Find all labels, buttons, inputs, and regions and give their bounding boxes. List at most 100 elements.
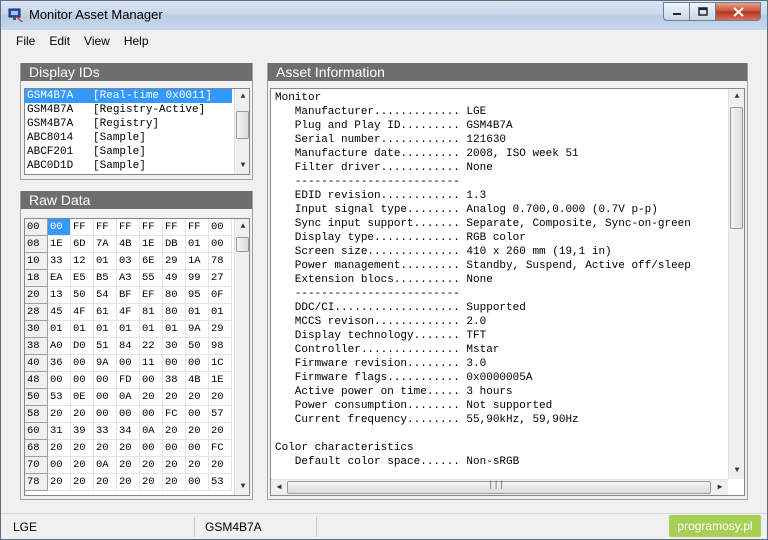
byte-cell[interactable]: 84 bbox=[117, 338, 140, 355]
byte-cell[interactable]: 29 bbox=[163, 253, 186, 270]
byte-cell[interactable]: 20 bbox=[209, 423, 232, 440]
arrow-up-icon[interactable]: ▲ bbox=[235, 219, 249, 235]
byte-cell[interactable]: 22 bbox=[140, 338, 163, 355]
byte-cell[interactable]: 1C bbox=[209, 355, 232, 372]
byte-cell[interactable]: 00 bbox=[209, 219, 232, 236]
byte-cell[interactable]: 00 bbox=[94, 406, 117, 423]
byte-cell[interactable]: 00 bbox=[186, 474, 209, 491]
byte-cell[interactable]: 34 bbox=[117, 423, 140, 440]
byte-cell[interactable]: 20 bbox=[117, 474, 140, 491]
byte-cell[interactable]: 20 bbox=[71, 457, 94, 474]
byte-cell[interactable]: 00 bbox=[48, 219, 71, 236]
byte-cell[interactable]: 1E bbox=[209, 372, 232, 389]
byte-cell[interactable]: 01 bbox=[186, 304, 209, 321]
byte-cell[interactable]: 20 bbox=[48, 406, 71, 423]
byte-cell[interactable]: BF bbox=[117, 287, 140, 304]
byte-cell[interactable]: 01 bbox=[117, 321, 140, 338]
byte-cell[interactable]: 20 bbox=[186, 457, 209, 474]
arrow-left-icon[interactable]: ◀ bbox=[271, 480, 287, 495]
byte-cell[interactable]: 20 bbox=[94, 474, 117, 491]
byte-cell[interactable]: A3 bbox=[117, 270, 140, 287]
byte-cell[interactable]: 20 bbox=[186, 389, 209, 406]
byte-cell[interactable]: 0E bbox=[71, 389, 94, 406]
byte-cell[interactable]: 31 bbox=[48, 423, 71, 440]
byte-cell[interactable]: 80 bbox=[163, 304, 186, 321]
byte-cell[interactable]: 0F bbox=[209, 287, 232, 304]
byte-cell[interactable]: 03 bbox=[117, 253, 140, 270]
byte-cell[interactable]: 20 bbox=[140, 474, 163, 491]
byte-cell[interactable]: 20 bbox=[71, 474, 94, 491]
byte-cell[interactable]: 7A bbox=[94, 236, 117, 253]
maximize-button[interactable] bbox=[690, 2, 716, 21]
byte-cell[interactable]: FF bbox=[163, 219, 186, 236]
byte-cell[interactable]: FF bbox=[186, 219, 209, 236]
byte-cell[interactable]: 53 bbox=[48, 389, 71, 406]
byte-cell[interactable]: 00 bbox=[117, 406, 140, 423]
asset-info-hscrollbar[interactable]: ◀ ||| ▶ bbox=[271, 479, 728, 495]
byte-cell[interactable]: 01 bbox=[163, 321, 186, 338]
byte-cell[interactable]: 20 bbox=[163, 423, 186, 440]
byte-cell[interactable]: 00 bbox=[209, 236, 232, 253]
display-id-item[interactable]: ABC0D1D [Sample] bbox=[25, 159, 232, 173]
byte-cell[interactable]: 29 bbox=[209, 321, 232, 338]
byte-cell[interactable]: 4B bbox=[117, 236, 140, 253]
byte-cell[interactable]: FC bbox=[209, 440, 232, 457]
byte-cell[interactable]: 01 bbox=[94, 253, 117, 270]
byte-cell[interactable]: 36 bbox=[48, 355, 71, 372]
arrow-down-icon[interactable]: ▼ bbox=[729, 463, 744, 479]
byte-cell[interactable]: 00 bbox=[140, 440, 163, 457]
byte-cell[interactable]: 50 bbox=[71, 287, 94, 304]
byte-cell[interactable]: 4B bbox=[186, 372, 209, 389]
byte-cell[interactable]: A0 bbox=[48, 338, 71, 355]
asset-info-vscrollbar[interactable]: ▲ ▼ bbox=[728, 89, 744, 479]
scroll-thumb[interactable] bbox=[236, 237, 249, 252]
byte-cell[interactable]: 20 bbox=[71, 440, 94, 457]
menu-help[interactable]: Help bbox=[117, 34, 156, 48]
byte-cell[interactable]: 81 bbox=[140, 304, 163, 321]
byte-cell[interactable]: B5 bbox=[94, 270, 117, 287]
byte-cell[interactable]: 55 bbox=[140, 270, 163, 287]
byte-cell[interactable]: 78 bbox=[209, 253, 232, 270]
byte-cell[interactable]: 00 bbox=[163, 440, 186, 457]
arrow-down-icon[interactable]: ▼ bbox=[235, 158, 249, 174]
byte-cell[interactable]: 20 bbox=[48, 474, 71, 491]
menu-file[interactable]: File bbox=[9, 34, 42, 48]
byte-cell[interactable]: 20 bbox=[163, 457, 186, 474]
byte-cell[interactable]: 00 bbox=[140, 406, 163, 423]
byte-cell[interactable]: 0A bbox=[94, 457, 117, 474]
menu-view[interactable]: View bbox=[77, 34, 117, 48]
byte-cell[interactable]: 6E bbox=[140, 253, 163, 270]
display-ids-list[interactable]: GSM4B7A [Real-time 0x0011] GSM4B7A [Regis… bbox=[24, 88, 250, 175]
byte-cell[interactable]: 01 bbox=[140, 321, 163, 338]
byte-cell[interactable]: 0A bbox=[117, 389, 140, 406]
byte-cell[interactable]: 38 bbox=[163, 372, 186, 389]
arrow-up-icon[interactable]: ▲ bbox=[235, 89, 249, 105]
raw-data-grid[interactable]: 00 00 FF FF FF FF FF FF 00 08 1E 6D 7A 4B 1E DB 01 00 10 33… bbox=[24, 218, 250, 496]
byte-cell[interactable]: 20 bbox=[140, 389, 163, 406]
display-id-item[interactable]: ABC8014 [Sample] bbox=[25, 131, 232, 145]
menu-edit[interactable]: Edit bbox=[42, 34, 77, 48]
byte-cell[interactable]: 6D bbox=[71, 236, 94, 253]
display-id-item[interactable]: GSM4B7A [Registry] bbox=[25, 117, 232, 131]
byte-cell[interactable]: 20 bbox=[117, 440, 140, 457]
byte-cell[interactable]: 13 bbox=[48, 287, 71, 304]
byte-cell[interactable]: E5 bbox=[71, 270, 94, 287]
byte-cell[interactable]: FF bbox=[71, 219, 94, 236]
byte-cell[interactable]: 1E bbox=[48, 236, 71, 253]
display-id-item[interactable]: GSM4B7A [Real-time 0x0011] bbox=[25, 89, 232, 103]
byte-cell[interactable]: 20 bbox=[186, 423, 209, 440]
byte-cell[interactable]: 12 bbox=[71, 253, 94, 270]
byte-cell[interactable]: 00 bbox=[163, 355, 186, 372]
asset-info-text[interactable]: Monitor Manufacturer............. LGE Pl… bbox=[270, 88, 745, 496]
byte-cell[interactable]: DB bbox=[163, 236, 186, 253]
scroll-thumb[interactable] bbox=[730, 107, 743, 229]
byte-cell[interactable]: 80 bbox=[163, 287, 186, 304]
byte-cell[interactable]: 27 bbox=[209, 270, 232, 287]
raw-data-scrollbar[interactable]: ▲ ▼ bbox=[234, 219, 249, 495]
byte-cell[interactable]: 9A bbox=[186, 321, 209, 338]
byte-cell[interactable]: FF bbox=[94, 219, 117, 236]
byte-cell[interactable]: 00 bbox=[71, 372, 94, 389]
display-ids-scrollbar[interactable]: ▲ ▼ bbox=[234, 89, 249, 174]
byte-cell[interactable]: 00 bbox=[94, 372, 117, 389]
byte-cell[interactable]: 39 bbox=[71, 423, 94, 440]
